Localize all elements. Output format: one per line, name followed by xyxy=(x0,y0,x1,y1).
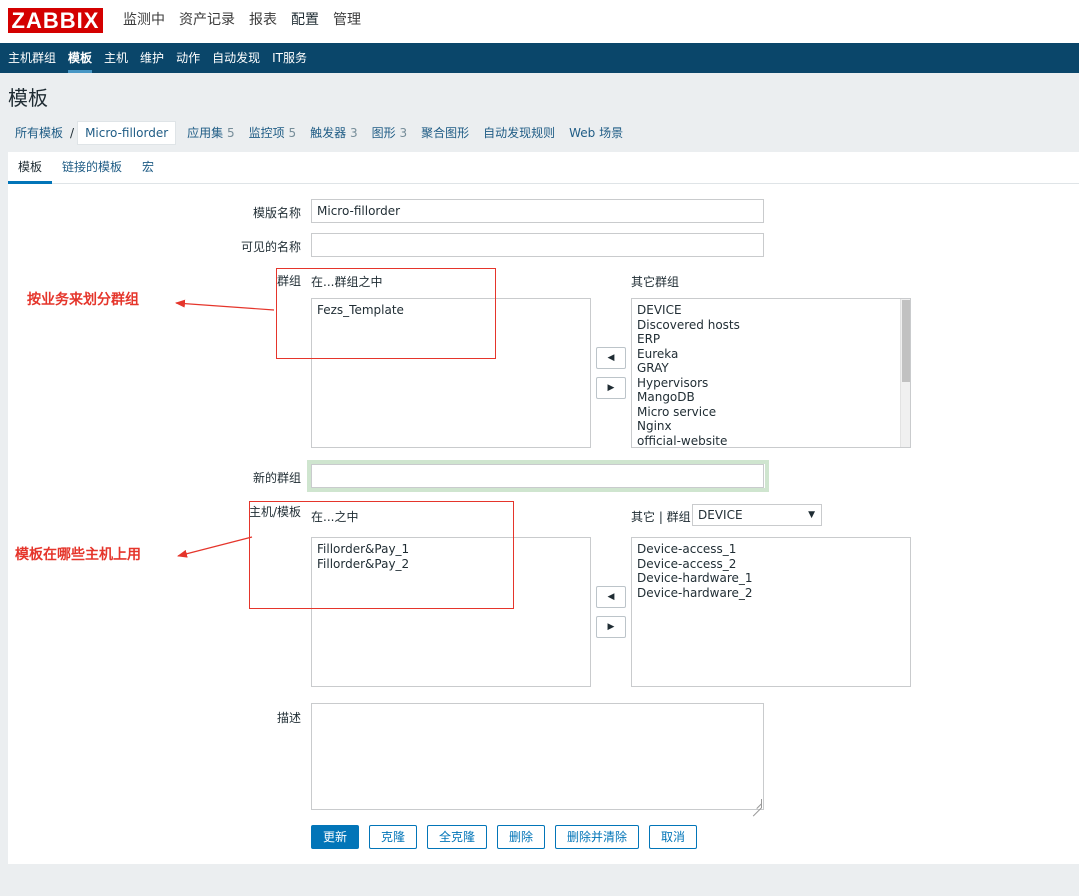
hosts-annotation-arrow xyxy=(177,536,253,558)
annotation-arrows xyxy=(175,299,275,558)
groups-annotation-arrow xyxy=(175,299,275,311)
